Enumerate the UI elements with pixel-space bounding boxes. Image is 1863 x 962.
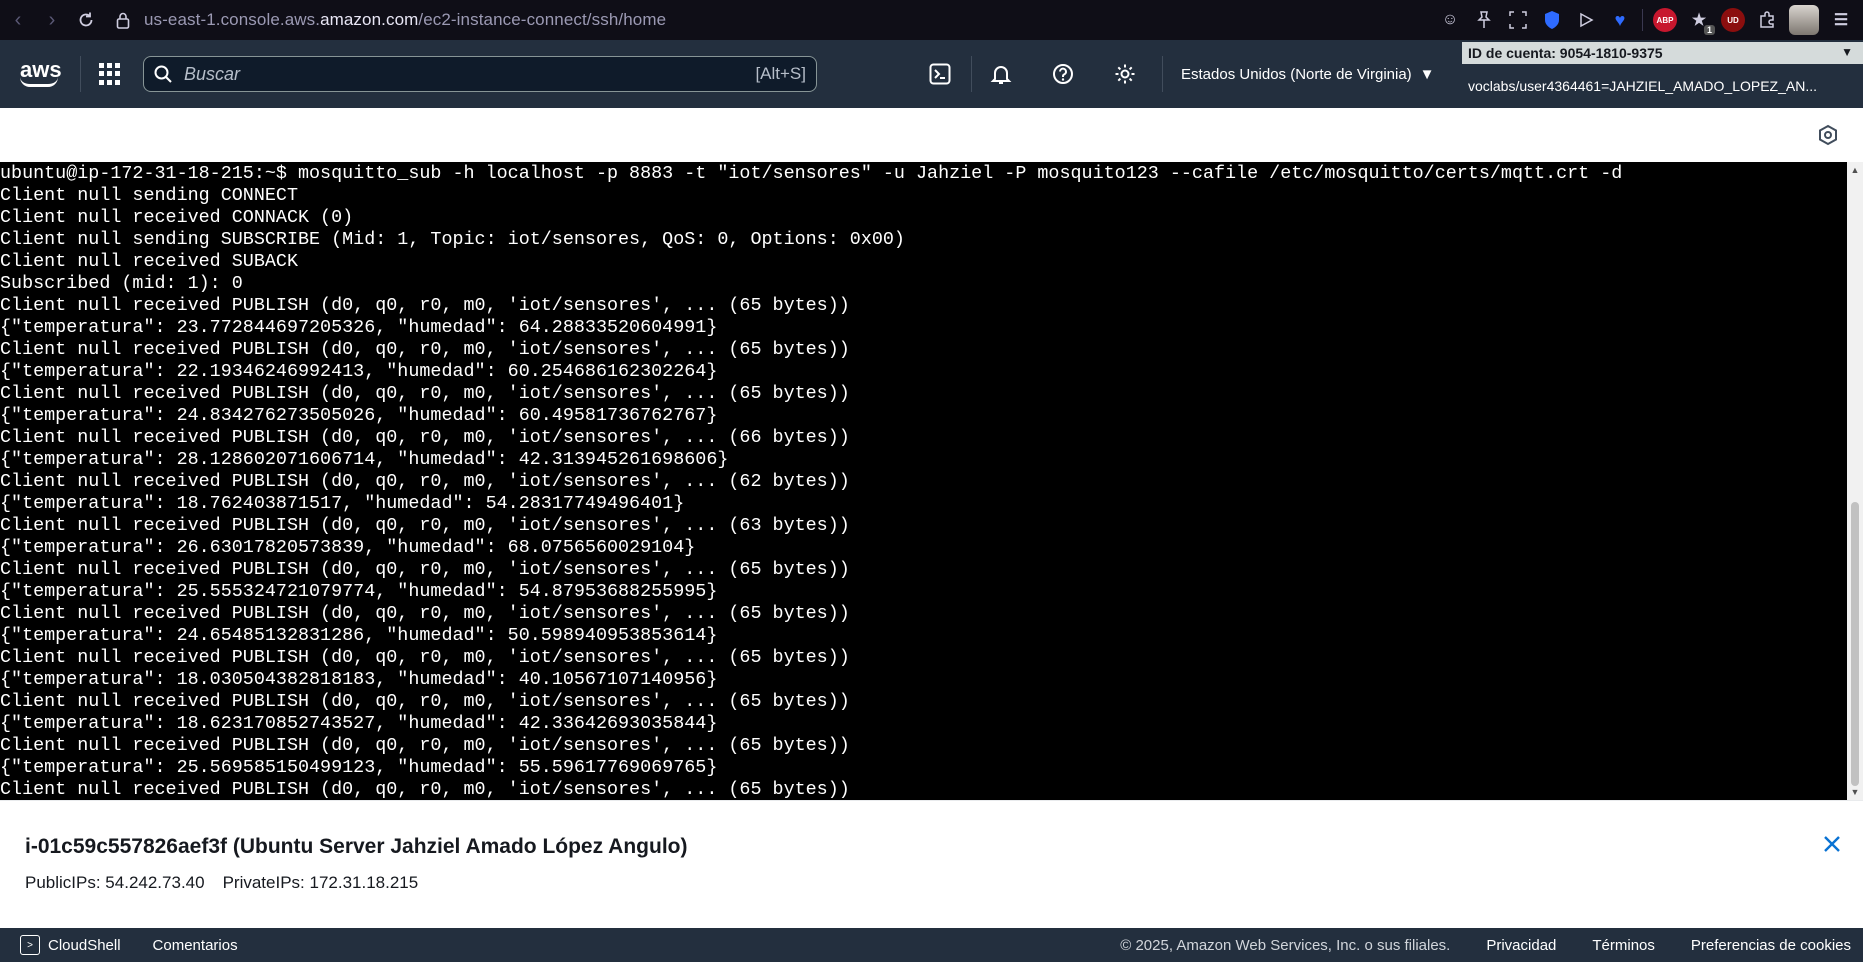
reload-icon[interactable] (72, 6, 100, 34)
puzzle-icon[interactable] (1755, 8, 1779, 32)
terminal-line: Client null received PUBLISH (d0, q0, r0… (0, 559, 850, 580)
terminal-line: Client null received PUBLISH (d0, q0, r0… (0, 691, 850, 712)
search-box[interactable]: [Alt+S] (143, 56, 817, 92)
services-grid-icon[interactable] (99, 63, 121, 85)
terms-link[interactable]: Términos (1592, 937, 1655, 954)
search-shortcut: [Alt+S] (755, 64, 806, 83)
extensions-bar: ☺ ♥ ABP ★ 1 UD ☰ (1438, 0, 1853, 40)
region-selector[interactable]: Estados Unidos (Norte de Virginia) ▼ (1181, 66, 1435, 83)
search-icon (154, 65, 172, 83)
address-bar[interactable]: us-east-1.console.aws.amazon.com/ec2-ins… (144, 10, 666, 30)
public-ips: PublicIPs: 54.242.73.40 (25, 873, 205, 892)
copyright: © 2025, Amazon Web Services, Inc. o sus … (1120, 936, 1451, 954)
terminal-line: Client null sending CONNECT (0, 185, 298, 206)
extensions-divider (1642, 9, 1643, 31)
cloudshell-icon[interactable] (917, 51, 963, 97)
lock-icon[interactable] (114, 11, 132, 29)
terminal-line: {"temperatura": 18.030504382818183, "hum… (0, 669, 718, 690)
privacy-link[interactable]: Privacidad (1486, 937, 1556, 954)
forward-arrow-icon[interactable]: › (38, 6, 66, 34)
terminal-line: {"temperatura": 23.772844697205326, "hum… (0, 317, 718, 338)
terminal-line: Client null received SUBACK (0, 251, 298, 272)
terminal-line: Client null received PUBLISH (d0, q0, r0… (0, 603, 850, 624)
account-user: voclabs/user4364461=JAHZIEL_AMADO_LOPEZ_… (1468, 78, 1818, 94)
notification-extension-icon[interactable]: ★ 1 (1687, 8, 1715, 35)
screenshot-icon[interactable] (1506, 8, 1530, 32)
terminal-scrollbar[interactable]: ▲ ▼ (1847, 162, 1863, 800)
instance-ips: PublicIPs: 54.242.73.40 PrivateIPs: 172.… (25, 873, 418, 893)
feedback-link[interactable]: Comentarios (153, 937, 238, 954)
close-icon[interactable] (1819, 831, 1845, 857)
caret-down-icon: ▼ (1841, 45, 1853, 59)
aws-logo[interactable]: aws (20, 59, 62, 87)
private-ips: PrivateIPs: 172.31.18.215 (222, 873, 419, 892)
terminal-line: Client null received PUBLISH (d0, q0, r0… (0, 295, 850, 316)
terminal-line: {"temperatura": 22.19346246992413, "hume… (0, 361, 718, 382)
terminal-line: Client null received PUBLISH (d0, q0, r0… (0, 339, 850, 360)
smiley-icon[interactable]: ☺ (1438, 8, 1462, 32)
search-input[interactable] (184, 63, 756, 85)
terminal-line: Client null received CONNACK (0) (0, 207, 354, 228)
terminal-line: {"temperatura": 18.623170852743527, "hum… (0, 713, 718, 734)
caret-down-icon: ▼ (1419, 65, 1435, 83)
shield-icon[interactable] (1540, 8, 1564, 32)
terminal-line: {"temperatura": 28.128602071606714, "hum… (0, 449, 729, 470)
console-footer: > CloudShell Comentarios © 2025, Amazon … (0, 928, 1863, 962)
scroll-down-icon[interactable]: ▼ (1847, 784, 1863, 800)
terminal-output: ubuntu@ip-172-31-18-215:~$ mosquitto_sub… (0, 163, 1622, 800)
terminal-line: Client null sending SUBSCRIBE (Mid: 1, T… (0, 229, 905, 250)
terminal-line: Client null received PUBLISH (d0, q0, r0… (0, 779, 850, 800)
terminal-line: {"temperatura": 18.762403871517, "humeda… (0, 493, 685, 514)
terminal[interactable]: ubuntu@ip-172-31-18-215:~$ mosquitto_sub… (0, 162, 1863, 800)
terminal-line: {"temperatura": 24.65485132831286, "hume… (0, 625, 718, 646)
instance-title: i-01c59c557826aef3f (Ubuntu Server Jahzi… (25, 835, 688, 858)
cookie-preferences-link[interactable]: Preferencias de cookies (1691, 937, 1851, 954)
ssh-toolbar (0, 108, 1863, 162)
cloudshell-button[interactable]: > CloudShell (20, 935, 121, 955)
terminal-line: {"temperatura": 26.63017820573839, "hume… (0, 537, 696, 558)
terminal-line: {"temperatura": 25.555324721079774, "hum… (0, 581, 718, 602)
browser-toolbar: ‹ › us-east-1.console.aws.amazon.com/ec2… (0, 0, 1863, 40)
terminal-line: Client null received PUBLISH (d0, q0, r0… (0, 735, 850, 756)
footer-links: © 2025, Amazon Web Services, Inc. o sus … (1120, 928, 1851, 962)
terminal-line: Client null received PUBLISH (d0, q0, r0… (0, 647, 850, 668)
menu-icon[interactable]: ☰ (1829, 8, 1853, 32)
terminal-icon: > (20, 935, 40, 955)
adblock-icon[interactable]: ABP (1653, 8, 1677, 32)
header-divider (1162, 56, 1163, 92)
bell-icon[interactable] (978, 51, 1024, 97)
terminal-line: {"temperatura": 24.834276273505026, "hum… (0, 405, 718, 426)
account-menu[interactable]: ID de cuenta: 9054-1810-9375 ▼ voclabs/us… (1462, 40, 1863, 108)
gear-icon[interactable] (1102, 51, 1148, 97)
back-arrow-icon[interactable]: ‹ (4, 6, 32, 34)
pin-icon[interactable] (1472, 8, 1496, 32)
ublock-icon[interactable]: UD (1721, 8, 1745, 32)
instance-info-panel: i-01c59c557826aef3f (Ubuntu Server Jahzi… (0, 800, 1863, 928)
scroll-up-icon[interactable]: ▲ (1847, 162, 1863, 178)
terminal-line: Client null received PUBLISH (d0, q0, r0… (0, 515, 850, 536)
terminal-line: Subscribed (mid: 1): 0 (0, 273, 243, 294)
cloudshell-label: CloudShell (48, 936, 121, 954)
help-icon[interactable] (1040, 51, 1086, 97)
terminal-line: Client null received PUBLISH (d0, q0, r0… (0, 427, 850, 448)
heart-icon[interactable]: ♥ (1608, 8, 1632, 32)
settings-hexagon-icon[interactable] (1817, 124, 1839, 146)
account-id: ID de cuenta: 9054-1810-9375 ▼ (1462, 42, 1863, 64)
avatar[interactable] (1789, 5, 1819, 35)
header-divider (80, 56, 81, 92)
play-icon[interactable] (1574, 8, 1598, 32)
scroll-thumb[interactable] (1851, 502, 1859, 786)
terminal-line: ubuntu@ip-172-31-18-215:~$ mosquitto_sub… (0, 163, 1623, 184)
terminal-line: {"temperatura": 25.569585150499123, "hum… (0, 757, 718, 778)
terminal-line: Client null received PUBLISH (d0, q0, r0… (0, 471, 850, 492)
terminal-line: Client null received PUBLISH (d0, q0, r0… (0, 383, 850, 404)
header-divider (971, 56, 972, 92)
